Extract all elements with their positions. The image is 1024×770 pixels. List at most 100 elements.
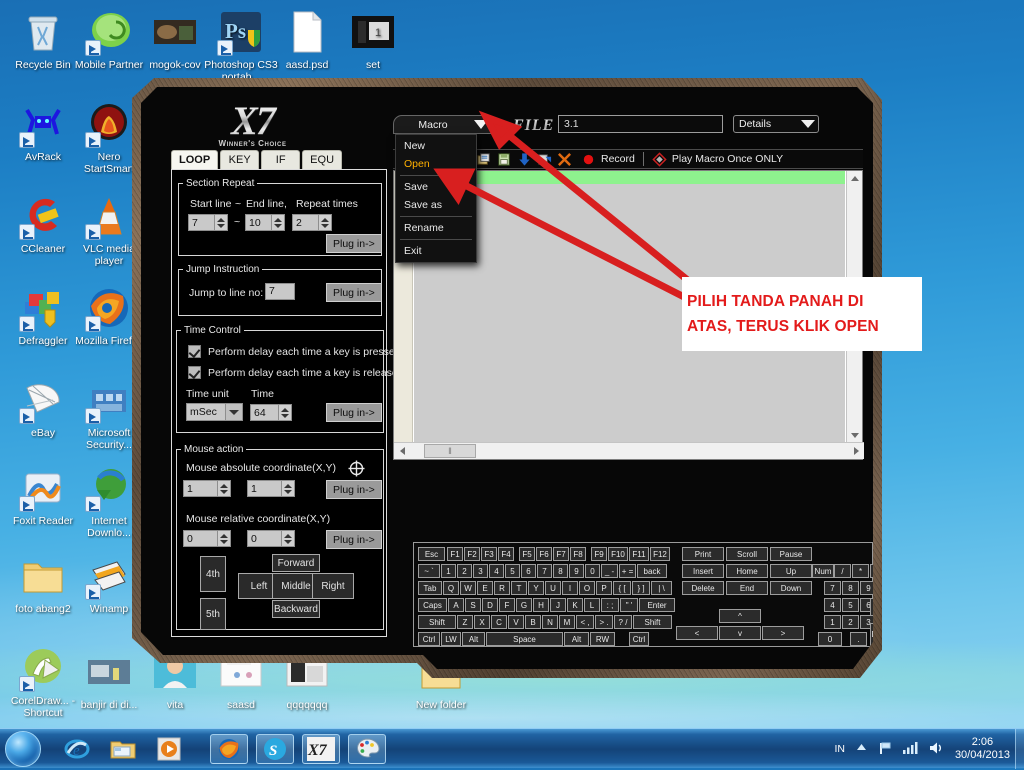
paint-icon[interactable] (348, 734, 386, 764)
key-u[interactable]: U (545, 581, 561, 595)
numpad-key-[interactable]: . (850, 632, 867, 646)
key-alt[interactable]: Alt (564, 632, 589, 646)
menu-item-new[interactable]: New (396, 137, 476, 155)
key-f11[interactable]: F11 (629, 547, 649, 561)
time-control-plugin-button[interactable]: Plug in-> (326, 403, 382, 422)
download-icon[interactable] (517, 152, 532, 167)
scroll-down-icon[interactable] (847, 428, 863, 443)
repeat-times-stepper[interactable]: 2 (292, 214, 332, 231)
delay-on-release-checkbox[interactable] (188, 366, 201, 379)
menu-item-save-as[interactable]: Save as (396, 196, 476, 214)
key-pause[interactable]: Pause (770, 547, 812, 561)
key-9[interactable]: 9 (569, 564, 584, 578)
scroll-left-icon[interactable] (394, 443, 410, 459)
hscroll-thumb[interactable]: ‖ (424, 444, 476, 458)
mouse-forward-button[interactable]: Forward (272, 554, 320, 572)
key-d[interactable]: D (482, 598, 498, 612)
key-b[interactable]: B (525, 615, 541, 629)
mouse-rel-y-arrows[interactable] (281, 531, 294, 546)
repeat-times-arrows[interactable] (318, 215, 331, 230)
key-f10[interactable]: F10 (608, 547, 628, 561)
key-c[interactable]: C (491, 615, 507, 629)
key-f3[interactable]: F3 (481, 547, 497, 561)
key-caps[interactable]: Caps (418, 598, 447, 612)
key-a[interactable]: A (448, 598, 464, 612)
end-line-stepper[interactable]: 10 (245, 214, 285, 231)
key-[interactable]: " ' (620, 598, 638, 612)
key-[interactable]: } ] (632, 581, 650, 595)
chevron-down-icon[interactable] (798, 120, 818, 128)
mouse-abs-y-arrows[interactable] (281, 481, 294, 496)
key-p[interactable]: P (596, 581, 612, 595)
key-g[interactable]: G (516, 598, 532, 612)
end-line-arrows[interactable] (271, 215, 284, 230)
file-name-input[interactable]: 3.1 (558, 115, 723, 133)
key-alt[interactable]: Alt (462, 632, 485, 646)
key-end[interactable]: End (726, 581, 768, 595)
key-z[interactable]: Z (457, 615, 473, 629)
key-ctrl[interactable]: Ctrl (629, 632, 649, 646)
start-button[interactable] (5, 731, 41, 767)
menu-item-rename[interactable]: Rename (396, 219, 476, 237)
delay-on-press-checkbox[interactable] (188, 345, 201, 358)
key-esc[interactable]: Esc (418, 547, 445, 561)
time-value-stepper[interactable]: 64 (250, 404, 292, 421)
close-icon[interactable]: ✕ (981, 109, 998, 126)
key-2[interactable]: 2 (457, 564, 472, 578)
key-f9[interactable]: F9 (591, 547, 607, 561)
key-down[interactable]: Down (770, 581, 812, 595)
show-desktop-button[interactable] (1015, 729, 1024, 769)
menu-item-save[interactable]: Save (396, 178, 476, 196)
show-hidden-icons-icon[interactable] (856, 742, 867, 756)
mouse-backward-button[interactable]: Backward (272, 600, 320, 618)
key-shift[interactable]: Shift (418, 615, 456, 629)
start-line-arrows[interactable] (214, 215, 227, 230)
media-player-icon[interactable] (150, 734, 188, 764)
tab-key[interactable]: KEY (220, 150, 260, 169)
start-line-stepper[interactable]: 7 (188, 214, 228, 231)
key-delete[interactable]: Delete (682, 581, 724, 595)
tab-equ[interactable]: EQU (302, 150, 343, 169)
desktop-icon-photoshop[interactable]: Ps Photoshop CS3 portab... (204, 8, 278, 83)
key-f12[interactable]: F12 (650, 547, 670, 561)
desktop-icon-coreldraw[interactable]: CorelDraw... - Shortcut (6, 644, 80, 719)
key-3[interactable]: 3 (473, 564, 488, 578)
jump-to-line-input[interactable]: 7 (265, 283, 295, 300)
key-f[interactable]: F (499, 598, 515, 612)
key-f4[interactable]: F4 (498, 547, 514, 561)
x7-icon[interactable]: X7 (302, 734, 340, 764)
key-1[interactable]: 1 (441, 564, 456, 578)
menu-item-open[interactable]: Open (396, 155, 476, 173)
tab-loop[interactable]: LOOP (171, 150, 219, 169)
chevron-down-icon[interactable] (472, 117, 489, 132)
play-mode-label[interactable]: Play Macro Once ONLY (672, 153, 783, 165)
key-7[interactable]: 7 (537, 564, 552, 578)
numpad-key-5[interactable]: 5 (842, 598, 859, 612)
key-arrow-right[interactable]: > (762, 626, 804, 640)
numpad-key-4[interactable]: 4 (824, 598, 841, 612)
mouse-5th-button[interactable]: 5th (200, 598, 226, 630)
key-arrow-down[interactable]: v (719, 626, 761, 640)
save-file-icon[interactable] (497, 152, 512, 167)
chevron-down-icon[interactable] (225, 404, 242, 420)
key-enter[interactable]: Enter (639, 598, 675, 612)
key-up[interactable]: Up (770, 564, 812, 578)
key-x[interactable]: X (474, 615, 490, 629)
key-[interactable]: > . (595, 615, 613, 629)
key-f5[interactable]: F5 (519, 547, 535, 561)
key-lw[interactable]: LW (441, 632, 461, 646)
mouse-right-button[interactable]: Right (312, 573, 354, 599)
key-o[interactable]: O (579, 581, 595, 595)
key-f1[interactable]: F1 (447, 547, 463, 561)
jump-instruction-plugin-button[interactable]: Plug in-> (326, 283, 382, 302)
key-arrow-up[interactable]: ^ (719, 609, 761, 623)
key-q[interactable]: Q (443, 581, 459, 595)
menu-item-exit[interactable]: Exit (396, 242, 476, 260)
key-8[interactable]: 8 (553, 564, 568, 578)
record-dot-icon[interactable] (581, 152, 596, 167)
desktop-icon-blank-doc[interactable]: aasd.psd (270, 8, 344, 71)
desktop-icon-dark-thumb[interactable]: 1 set (336, 8, 410, 71)
key-[interactable]: < , (576, 615, 594, 629)
key-0[interactable]: 0 (585, 564, 600, 578)
desktop-icon-foxit[interactable]: Foxit Reader (6, 464, 80, 527)
